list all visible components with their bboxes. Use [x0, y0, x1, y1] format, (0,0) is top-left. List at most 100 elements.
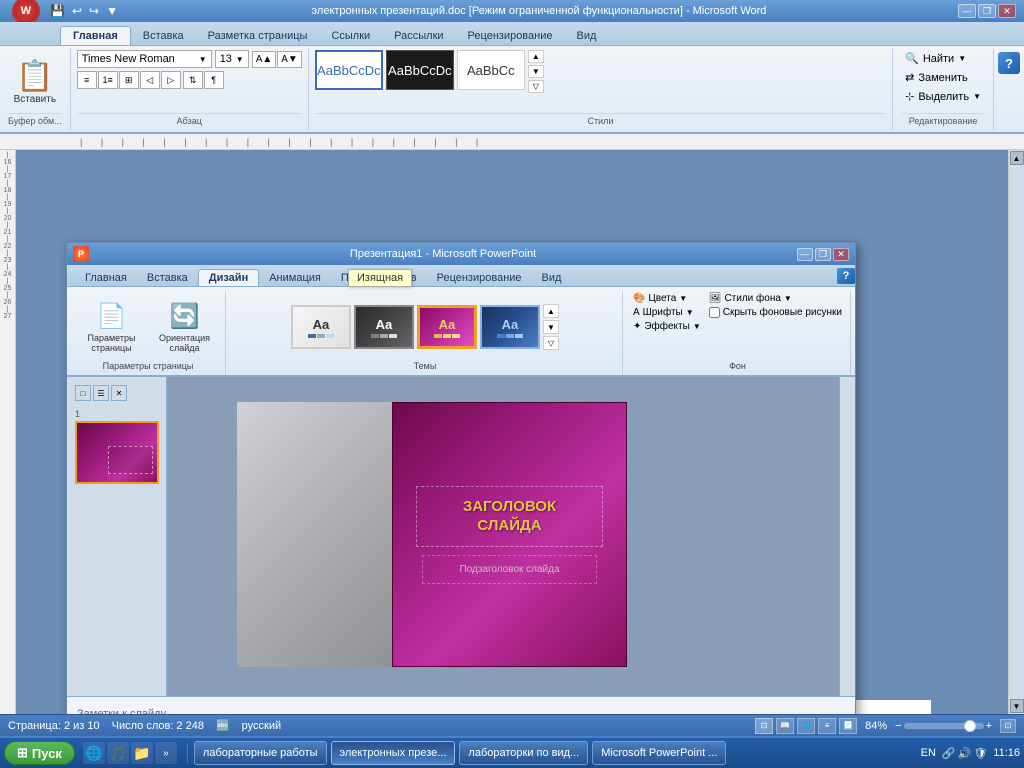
decrease-size-btn[interactable]: A▼	[277, 51, 302, 68]
ppt-scrollbar[interactable]	[839, 377, 855, 696]
scroll-down-btn[interactable]: ▼	[1010, 699, 1024, 713]
tab-home[interactable]: Главная	[60, 26, 131, 45]
tab-review[interactable]: Рецензирование	[456, 27, 565, 45]
dropdown-icon[interactable]: ▼	[104, 3, 120, 19]
taskbar-item-word[interactable]: электронных презе...	[331, 741, 456, 765]
view-draft[interactable]: 📃	[839, 718, 857, 734]
indent-increase-btn[interactable]: ▷	[161, 71, 181, 89]
redo-icon[interactable]: ↪	[87, 3, 101, 19]
tab-references[interactable]: Ссылки	[319, 27, 382, 45]
ppt-tab-home[interactable]: Главная	[75, 270, 137, 286]
find-btn[interactable]: 🔍 Найти ▼	[901, 50, 985, 67]
bg-styles-btn[interactable]: 🖼 Стили фона ▼	[709, 293, 842, 304]
numbered-list-btn[interactable]: 1≡	[98, 71, 118, 89]
tab-page-layout[interactable]: Разметка страницы	[196, 27, 320, 45]
word-scrollbar[interactable]: ▲ ▼	[1008, 150, 1024, 714]
theme-default[interactable]: Aa	[291, 305, 351, 349]
paste-btn[interactable]: 📋 Вставить	[14, 50, 56, 113]
fonts-btn[interactable]: A Шрифты ▼	[633, 307, 701, 318]
start-button[interactable]: ⊞ Пуск	[4, 741, 75, 765]
ppt-title-left: P	[73, 246, 89, 262]
ppt-tab-animation[interactable]: Анимация	[259, 270, 331, 286]
ppt-tab-view[interactable]: Вид	[532, 270, 572, 286]
view-outline[interactable]: ≡	[818, 718, 836, 734]
slide-subtitle-box[interactable]: Подзаголовок слайда	[422, 555, 597, 584]
sort-btn[interactable]: ⇅	[183, 71, 203, 89]
bullet-list-btn[interactable]: ≡	[77, 71, 97, 89]
volume-icon[interactable]: 🔊	[958, 747, 972, 760]
hide-bg-checkbox[interactable]	[709, 307, 720, 318]
indent-decrease-btn[interactable]: ◁	[140, 71, 160, 89]
panel-list-btn[interactable]: ☰	[93, 385, 109, 401]
theme-elegant[interactable]: Aa	[417, 305, 477, 349]
panel-min-btn[interactable]: □	[75, 385, 91, 401]
ppt-help-btn[interactable]: ?	[837, 268, 855, 286]
view-reading[interactable]: 📖	[776, 718, 794, 734]
scroll-up-btn[interactable]: ▲	[1010, 151, 1024, 165]
themes-down-btn[interactable]: ▼	[543, 320, 559, 334]
minimize-button[interactable]: —	[958, 4, 976, 18]
word-zoom-thumb[interactable]	[964, 720, 976, 732]
help-button[interactable]: ?	[998, 52, 1020, 74]
font-name-select[interactable]: Times New Roman ▼	[77, 50, 212, 68]
select-btn[interactable]: ⊹ Выделить ▼	[901, 88, 985, 105]
hide-bg-btn[interactable]: Скрыть фоновые рисунки	[709, 307, 842, 318]
save-icon[interactable]: 💾	[48, 3, 67, 19]
view-print-layout[interactable]: ⊡	[755, 718, 773, 734]
taskbar-item-labs[interactable]: лабораторки по вид...	[459, 741, 588, 765]
style-heading1[interactable]: AaBbCc	[457, 50, 525, 90]
ppt-notes-area[interactable]: Заметки к слайду	[67, 696, 855, 714]
media-player-icon[interactable]: 🎵	[107, 742, 129, 764]
styles-up-btn[interactable]: ▲	[528, 50, 544, 63]
styles-down-btn[interactable]: ▼	[528, 65, 544, 78]
replace-btn[interactable]: ⇄ Заменить	[901, 69, 985, 86]
scroll-track[interactable]	[1009, 166, 1024, 698]
ie-icon[interactable]: 🌐	[83, 742, 105, 764]
slide-orientation-btn[interactable]: 🔄 Ориентация слайда	[152, 299, 217, 356]
styles-expand-btn[interactable]: ▽	[528, 80, 544, 93]
view-web[interactable]: 🌐	[797, 718, 815, 734]
style-normal[interactable]: AaBbCcDc	[315, 50, 383, 90]
word-zoom-plus[interactable]: +	[986, 720, 992, 732]
ppt-tab-design[interactable]: Дизайн	[198, 269, 259, 286]
documents-icon[interactable]: 📁	[131, 742, 153, 764]
more-icon[interactable]: »	[155, 742, 177, 764]
ppt-close-btn[interactable]: ✕	[833, 248, 849, 261]
font-size-select[interactable]: 13 ▼	[215, 50, 249, 68]
ppt-minimize-btn[interactable]: —	[797, 248, 813, 261]
taskbar-item-ppt[interactable]: Microsoft PowerPoint ...	[592, 741, 726, 765]
tab-mailings[interactable]: Рассылки	[382, 27, 455, 45]
close-button[interactable]: ✕	[998, 4, 1016, 18]
increase-size-btn[interactable]: A▲	[252, 51, 277, 68]
style-no-spacing[interactable]: AaBbCcDc	[386, 50, 454, 90]
ppt-tab-insert[interactable]: Вставка	[137, 270, 198, 286]
ppt-tab-review[interactable]: Рецензирование	[427, 270, 532, 286]
effects-btn[interactable]: ✦ Эффекты ▼	[633, 321, 701, 332]
word-zoom-minus[interactable]: −	[895, 720, 901, 732]
main-slide[interactable]: ЗАГОЛОВОК СЛАЙДА Подзаголовок слайда	[392, 402, 627, 667]
undo-icon[interactable]: ↩	[70, 3, 84, 19]
panel-close-btn[interactable]: ✕	[111, 385, 127, 401]
security-icon[interactable]: 🛡	[973, 747, 987, 760]
themes-up-btn[interactable]: ▲	[543, 304, 559, 318]
slide-title-box[interactable]: ЗАГОЛОВОК СЛАЙДА	[416, 486, 602, 547]
document-scroll-area[interactable]: P Презентация1 - Microsoft PowerPoint — …	[16, 150, 1008, 714]
multilevel-list-btn[interactable]: ⊞	[119, 71, 139, 89]
pilcrow-btn[interactable]: ¶	[204, 71, 224, 89]
taskbar-item-lab[interactable]: лабораторные работы	[194, 741, 327, 765]
tab-view[interactable]: Вид	[565, 27, 609, 45]
themes-more-btn[interactable]: ▽	[543, 336, 559, 350]
fonts-icon: A	[633, 307, 640, 318]
page-setup-btn[interactable]: 📄 Параметры страницы	[79, 299, 144, 356]
ppt-restore-btn[interactable]: ❐	[815, 248, 831, 261]
slide-1-thumbnail[interactable]	[75, 421, 159, 484]
tab-insert[interactable]: Вставка	[131, 27, 196, 45]
word-fit-btn[interactable]: ⊡	[1000, 719, 1016, 733]
restore-button[interactable]: ❐	[978, 4, 996, 18]
themes-section: Aa Aa	[228, 291, 623, 375]
network-icon[interactable]: 🔗	[942, 747, 956, 760]
colors-btn[interactable]: 🎨 Цвета ▼	[633, 293, 701, 304]
word-zoom-control[interactable]: − +	[895, 720, 992, 732]
theme-blue[interactable]: Aa	[480, 305, 540, 349]
theme-dark[interactable]: Aa	[354, 305, 414, 349]
